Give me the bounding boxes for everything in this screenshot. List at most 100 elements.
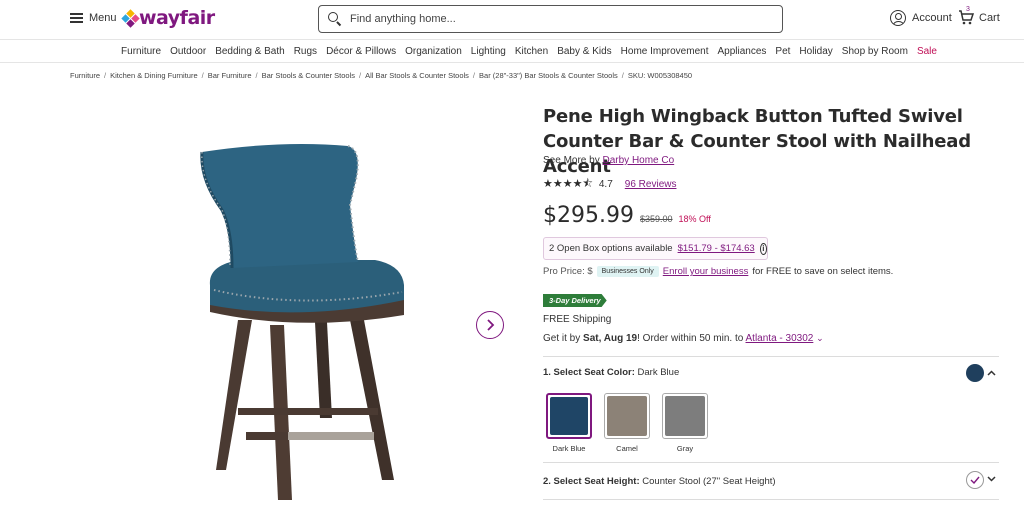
nav-item-organization[interactable]: Organization — [405, 46, 462, 57]
swatch-fill — [665, 396, 705, 436]
nav-item-appliances[interactable]: Appliances — [717, 46, 766, 57]
swatch-label: Gray — [676, 444, 694, 453]
cart-icon: 3 — [958, 6, 974, 25]
location-link[interactable]: Atlanta - 30302 — [746, 333, 814, 344]
discount-label: 18% Off — [678, 214, 711, 224]
nav-item-bedding-bath[interactable]: Bedding & Bath — [215, 46, 285, 57]
swatch-dark-blue[interactable]: Dark Blue — [546, 393, 592, 453]
product-title: Pene High Wingback Button Tufted Swivel … — [543, 106, 971, 177]
sku-label: SKU: W005308450 — [627, 71, 693, 80]
search-bar — [318, 5, 783, 33]
swatch-camel[interactable]: Camel — [604, 393, 650, 453]
get-it-prefix: Get it by — [543, 333, 581, 344]
cart-count-badge: 3 — [966, 6, 970, 13]
reviews-link[interactable]: 96 Reviews — [625, 179, 677, 190]
nav-item-decor-pillows[interactable]: Décor & Pillows — [326, 46, 396, 57]
star-rating-icon: ★★★★⯪ — [543, 178, 593, 190]
price-row: $295.99 $359.00 18% Off — [543, 203, 711, 228]
nav-item-rugs[interactable]: Rugs — [294, 46, 317, 57]
divider — [543, 462, 999, 463]
breadcrumb-separator: / — [472, 71, 476, 80]
open-box-text: 2 Open Box options available — [549, 243, 673, 254]
nav-item-lighting[interactable]: Lighting — [471, 46, 506, 57]
breadcrumb-item[interactable]: Bar Furniture — [208, 71, 252, 80]
nav-item-shop-by-room[interactable]: Shop by Room — [842, 46, 908, 57]
cart-label: Cart — [979, 11, 1000, 24]
open-box-range-link[interactable]: $151.79 - $174.63 — [678, 243, 755, 254]
was-price: $359.00 — [639, 214, 673, 224]
menu-label: Menu — [89, 12, 117, 24]
product-image[interactable] — [180, 140, 420, 506]
nav-item-furniture[interactable]: Furniture — [121, 46, 161, 57]
chevron-down-icon[interactable] — [987, 474, 996, 484]
cart-button[interactable]: 3 Cart — [958, 6, 1000, 25]
get-it-date: Sat, Aug 19 — [583, 333, 638, 344]
swatch-label: Dark Blue — [552, 444, 586, 453]
chevron-up-icon[interactable] — [987, 368, 996, 378]
category-nav: Furniture Outdoor Bedding & Bath Rugs Dé… — [0, 40, 1024, 63]
nav-item-baby-kids[interactable]: Baby & Kids — [557, 46, 611, 57]
breadcrumb-item[interactable]: Furniture — [70, 71, 100, 80]
swatch-fill — [607, 396, 647, 436]
option2-label: 2. Select Seat Height: — [543, 476, 640, 487]
chevron-right-icon — [487, 319, 495, 331]
pro-price-label: Pro Price: $ — [543, 266, 593, 277]
selected-color-dot — [966, 364, 984, 382]
nav-item-kitchen[interactable]: Kitchen — [515, 46, 548, 57]
site-header: Menu wayfair Account 3 Cart — [0, 0, 1024, 40]
chevron-down-icon[interactable]: ⌄ — [816, 333, 824, 343]
nav-item-pet[interactable]: Pet — [775, 46, 790, 57]
see-more-prefix: See More by — [543, 155, 600, 166]
option2-value: Counter Stool (27" Seat Height) — [642, 476, 776, 487]
search-input[interactable] — [350, 13, 770, 25]
wayfair-logo-icon — [121, 8, 140, 28]
breadcrumb-separator: / — [104, 71, 107, 80]
enroll-business-link[interactable]: Enroll your business — [663, 266, 749, 277]
divider — [543, 356, 999, 357]
businesses-only-badge: Businesses Only — [596, 266, 659, 277]
hamburger-icon — [70, 13, 83, 23]
breadcrumb-separator: / — [621, 71, 624, 80]
next-image-button[interactable] — [476, 311, 504, 339]
brand-link[interactable]: Darby Home Co — [602, 155, 674, 166]
free-shipping-label: FREE Shipping — [543, 314, 612, 325]
seat-height-selector[interactable]: 2. Select Seat Height: Counter Stool (27… — [543, 476, 776, 487]
breadcrumb-separator: / — [359, 71, 362, 80]
wayfair-logo[interactable]: wayfair — [121, 7, 215, 29]
swatch-fill — [550, 397, 588, 435]
breadcrumb-item[interactable]: Bar (28"-33") Bar Stools & Counter Stool… — [479, 71, 618, 80]
pro-price-row: Pro Price: $ Businesses Only Enroll your… — [543, 266, 893, 277]
account-button[interactable]: Account — [890, 10, 952, 26]
account-icon — [890, 10, 906, 26]
open-box-banner: 2 Open Box options available $151.79 - $… — [543, 237, 768, 260]
rating-value: 4.7 — [598, 179, 613, 190]
menu-button[interactable]: Menu — [70, 12, 117, 24]
search-icon[interactable] — [328, 12, 342, 26]
swatch-box — [662, 393, 708, 439]
breadcrumb-item[interactable]: Kitchen & Dining Furniture — [110, 71, 198, 80]
swatch-gray[interactable]: Gray — [662, 393, 708, 453]
nav-item-holiday[interactable]: Holiday — [799, 46, 832, 57]
swatch-box — [604, 393, 650, 439]
option1-value: Dark Blue — [637, 367, 680, 378]
breadcrumb-item[interactable]: Bar Stools & Counter Stools — [262, 71, 355, 80]
nav-item-outdoor[interactable]: Outdoor — [170, 46, 206, 57]
swatch-box — [546, 393, 592, 439]
info-icon[interactable]: i — [759, 242, 767, 255]
nav-item-home-improvement[interactable]: Home Improvement — [621, 46, 709, 57]
delivery-estimate: Get it by Sat, Aug 19! Order within 50 m… — [543, 333, 824, 344]
swatch-label: Camel — [616, 444, 638, 453]
rating-summary: ★★★★⯪ 4.7 96 Reviews — [543, 175, 676, 194]
breadcrumb-item[interactable]: All Bar Stools & Counter Stools — [365, 71, 469, 80]
breadcrumb-separator: / — [201, 71, 204, 80]
account-label: Account — [912, 12, 952, 24]
enroll-rest-text: for FREE to save on select items. — [752, 266, 894, 277]
get-it-mid: ! Order within 50 min. to — [637, 333, 744, 344]
nav-item-sale[interactable]: Sale — [917, 46, 937, 57]
color-swatches: Dark Blue Camel Gray — [546, 393, 708, 453]
breadcrumb-separator: / — [255, 71, 258, 80]
seat-color-selector[interactable]: 1. Select Seat Color: Dark Blue — [543, 367, 679, 378]
breadcrumb: Furniture / Kitchen & Dining Furniture / B… — [70, 71, 692, 80]
current-price: $295.99 — [543, 203, 634, 228]
see-more-brand: See More by Darby Home Co — [543, 155, 674, 166]
